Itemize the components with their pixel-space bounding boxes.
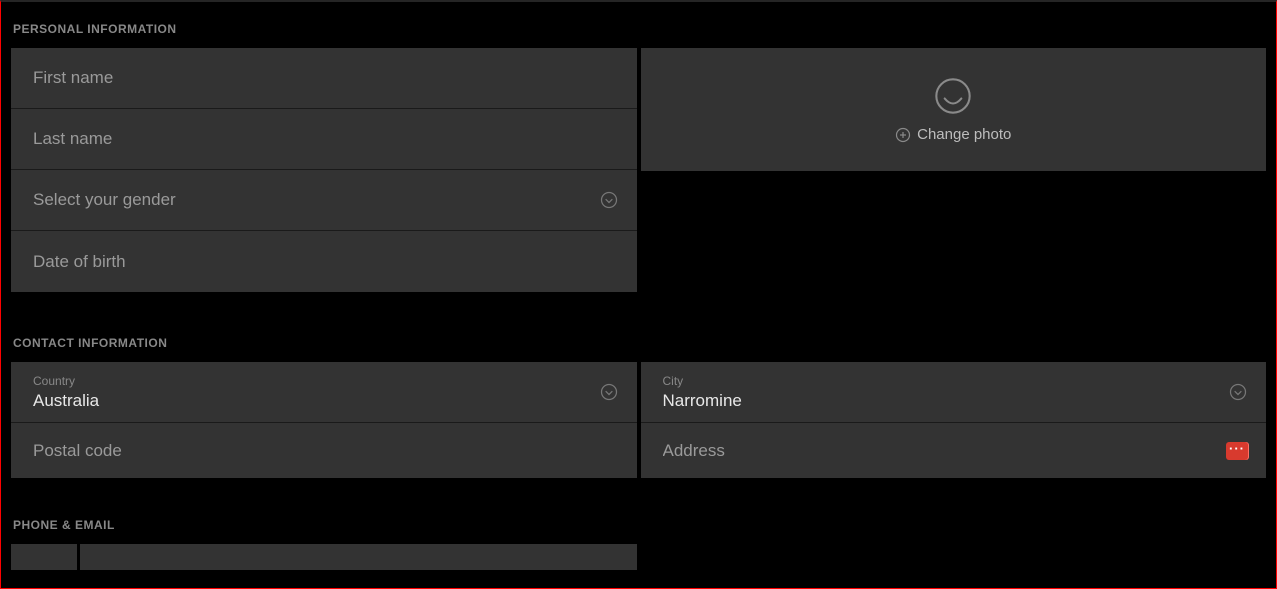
dob-input[interactable] xyxy=(33,252,615,272)
avatar-placeholder-icon xyxy=(933,76,973,116)
section-title-personal: PERSONAL INFORMATION xyxy=(11,2,1266,48)
change-photo-button[interactable]: Change photo xyxy=(895,126,1011,143)
gender-select[interactable]: Select your gender xyxy=(11,170,637,231)
last-name-field[interactable] xyxy=(11,109,637,170)
phone-country-prefix[interactable] xyxy=(11,544,77,570)
dob-field[interactable] xyxy=(11,231,637,292)
country-select[interactable]: Country Australia xyxy=(11,362,637,423)
country-value: Australia xyxy=(33,391,99,411)
chevron-down-icon xyxy=(599,190,619,210)
change-photo-panel[interactable]: Change photo xyxy=(641,48,1267,171)
address-input[interactable] xyxy=(663,441,1245,461)
city-select[interactable]: City Narromine xyxy=(641,362,1267,423)
first-name-input[interactable] xyxy=(33,68,615,88)
plus-circle-icon xyxy=(895,127,911,143)
password-manager-icon[interactable]: ··· xyxy=(1226,442,1248,460)
phone-number-field[interactable] xyxy=(80,544,637,570)
section-title-contact: CONTACT INFORMATION xyxy=(11,292,1266,362)
gender-placeholder: Select your gender xyxy=(33,190,176,210)
country-label: Country xyxy=(33,374,75,388)
last-name-input[interactable] xyxy=(33,129,615,149)
first-name-field[interactable] xyxy=(11,48,637,109)
address-field[interactable]: ··· xyxy=(641,423,1267,478)
city-label: City xyxy=(663,374,684,388)
section-title-phone: PHONE & EMAIL xyxy=(11,478,1266,544)
change-photo-label: Change photo xyxy=(917,126,1011,143)
chevron-down-icon xyxy=(1228,382,1248,402)
chevron-down-icon xyxy=(599,382,619,402)
city-value: Narromine xyxy=(663,391,742,411)
postal-code-input[interactable] xyxy=(33,441,615,461)
postal-code-field[interactable] xyxy=(11,423,637,478)
